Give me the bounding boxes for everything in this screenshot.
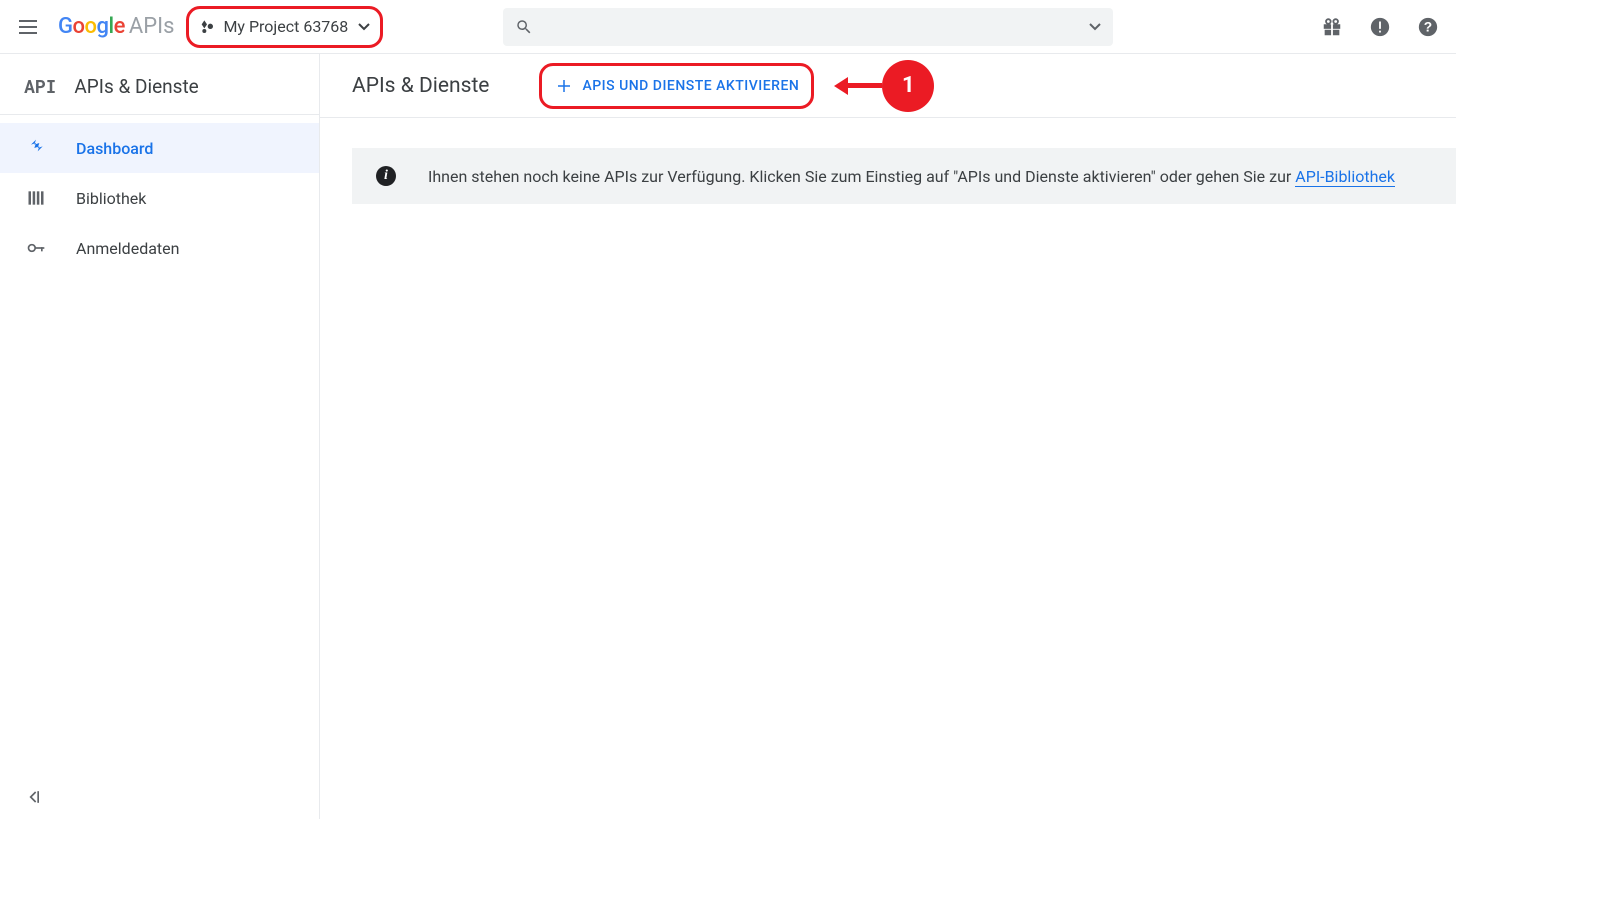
step-badge: 1 [882,60,934,112]
info-icon: i [376,166,396,186]
help-icon[interactable]: ? [1416,15,1440,39]
notice-bar: i Ihnen stehen noch keine APIs zur Verfü… [352,148,1456,204]
arrow-icon [834,77,848,95]
annotation-callout: 1 [834,60,934,112]
body-wrap: API APIs & Dienste Dashboard Bibliothek [0,54,1456,819]
sidebar: API APIs & Dienste Dashboard Bibliothek [0,54,320,819]
sidebar-item-label: Bibliothek [76,189,146,208]
chevron-down-icon [358,23,370,31]
notice-text: Ihnen stehen noch keine APIs zur Verfügu… [428,167,1395,186]
sidebar-collapse-icon[interactable] [24,787,44,807]
key-icon [24,236,48,260]
sidebar-item-credentials[interactable]: Anmeldedaten [0,223,319,273]
app-header: Google APIs My Project 63768 ? [0,0,1456,54]
sidebar-item-dashboard[interactable]: Dashboard [0,123,319,173]
sidebar-item-label: Dashboard [76,139,153,158]
svg-text:?: ? [1424,19,1432,34]
plus-icon [554,76,574,96]
google-logo-text: Google [58,14,125,39]
project-name-label: My Project 63768 [223,17,348,36]
header-actions: ? [1320,15,1440,39]
dashboard-icon [24,136,48,160]
sidebar-nav: Dashboard Bibliothek Anmeldedaten [0,115,319,273]
sidebar-item-library[interactable]: Bibliothek [0,173,319,223]
hamburger-menu-icon[interactable] [16,15,40,39]
page-title: APIs & Dienste [352,74,489,98]
project-hex-icon [199,19,215,35]
search-input[interactable] [541,18,1089,35]
apis-logo-suffix: APIs [129,14,175,39]
sidebar-header: API APIs & Dienste [0,54,319,115]
api-library-link[interactable]: API-Bibliothek [1295,167,1395,187]
main-content: APIs & Dienste APIS UND DIENSTE AKTIVIER… [320,54,1456,819]
project-selector[interactable]: My Project 63768 [186,6,383,48]
library-icon [24,186,48,210]
api-badge: API [24,74,56,98]
activate-apis-label: APIS UND DIENSTE AKTIVIEREN [582,78,799,94]
sidebar-title: APIs & Dienste [74,75,198,98]
activate-apis-button[interactable]: APIS UND DIENSTE AKTIVIEREN [539,63,814,109]
search-icon [515,18,533,36]
content-header: APIs & Dienste APIS UND DIENSTE AKTIVIER… [320,54,1456,118]
google-apis-logo[interactable]: Google APIs [58,14,174,39]
sidebar-item-label: Anmeldedaten [76,239,179,258]
alert-icon[interactable] [1368,15,1392,39]
gift-icon[interactable] [1320,15,1344,39]
chevron-down-icon[interactable] [1089,23,1101,31]
search-bar[interactable] [503,8,1113,46]
